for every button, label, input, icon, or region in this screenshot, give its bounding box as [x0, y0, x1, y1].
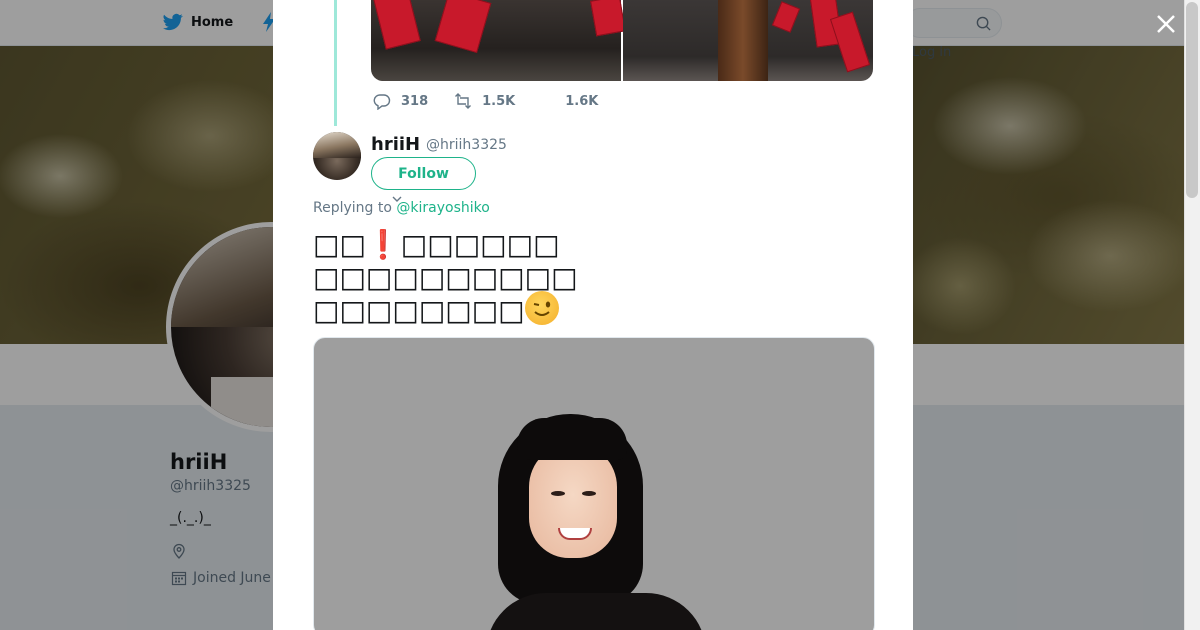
metoo-sign [771, 1, 801, 33]
tweet-line-2: □□□□□□□□□□ [313, 261, 578, 294]
author-avatar-hair [313, 132, 361, 159]
like-action[interactable]: 1.6K [565, 94, 598, 109]
tweet-line-1b: □□□□□□ [400, 228, 560, 261]
tweet-line-3: □□□□□□□□ [313, 291, 873, 329]
photo-eye-left [551, 491, 565, 496]
photo-bangs [517, 418, 627, 460]
tweet-photo[interactable] [313, 337, 875, 630]
author-name[interactable]: hriiH [371, 134, 420, 155]
photo-body [486, 593, 706, 630]
tweet-line-1a: □□ [313, 228, 366, 261]
tweet-line-1: □□❗□□□□□□ [313, 228, 873, 261]
previous-tweet-media[interactable] [371, 0, 873, 81]
reply-action[interactable]: 318 [373, 92, 428, 110]
previous-tweet-actions: 318 1.5K 1.6K [373, 92, 624, 110]
reply-icon [373, 94, 391, 110]
close-icon[interactable] [1152, 10, 1180, 38]
metoo-sign [434, 0, 492, 54]
previous-tweet-photo-right[interactable] [623, 0, 873, 81]
photo-face [529, 443, 617, 558]
podium [718, 0, 768, 81]
thread-line [334, 0, 337, 126]
metoo-sign [373, 0, 421, 50]
metoo-sign [590, 0, 626, 37]
replying-to: Replying to @kirayoshiko [313, 200, 490, 216]
winking-face-icon [524, 291, 559, 325]
scrollbar-thumb[interactable] [1186, 2, 1198, 198]
follow-button[interactable]: Follow [371, 157, 476, 190]
retweet-action[interactable]: 1.5K [454, 92, 515, 110]
tweet-text: □□❗□□□□□□ □□□□□□□□□□ □□□□□□□□ [313, 228, 873, 329]
retweet-count: 1.5K [482, 93, 516, 109]
tweet-line-3-text: □□□□□□□□ [313, 294, 525, 327]
author-avatar[interactable] [313, 132, 361, 180]
author-handle[interactable]: @hriih3325 [426, 137, 507, 153]
exclamation-emoji-icon: ❗ [365, 228, 401, 261]
replying-mention[interactable]: @kirayoshiko [396, 200, 489, 216]
photo-eye-right [582, 491, 596, 496]
previous-tweet-photo-left[interactable] [371, 0, 626, 81]
like-count: 1.6K [565, 93, 599, 109]
reply-count: 318 [401, 93, 429, 109]
tweet-modal: 318 1.5K 1.6K hriiH @hriih3325 Follow Re… [273, 0, 913, 630]
retweet-icon [455, 93, 472, 109]
replying-prefix: Replying to [313, 200, 392, 216]
